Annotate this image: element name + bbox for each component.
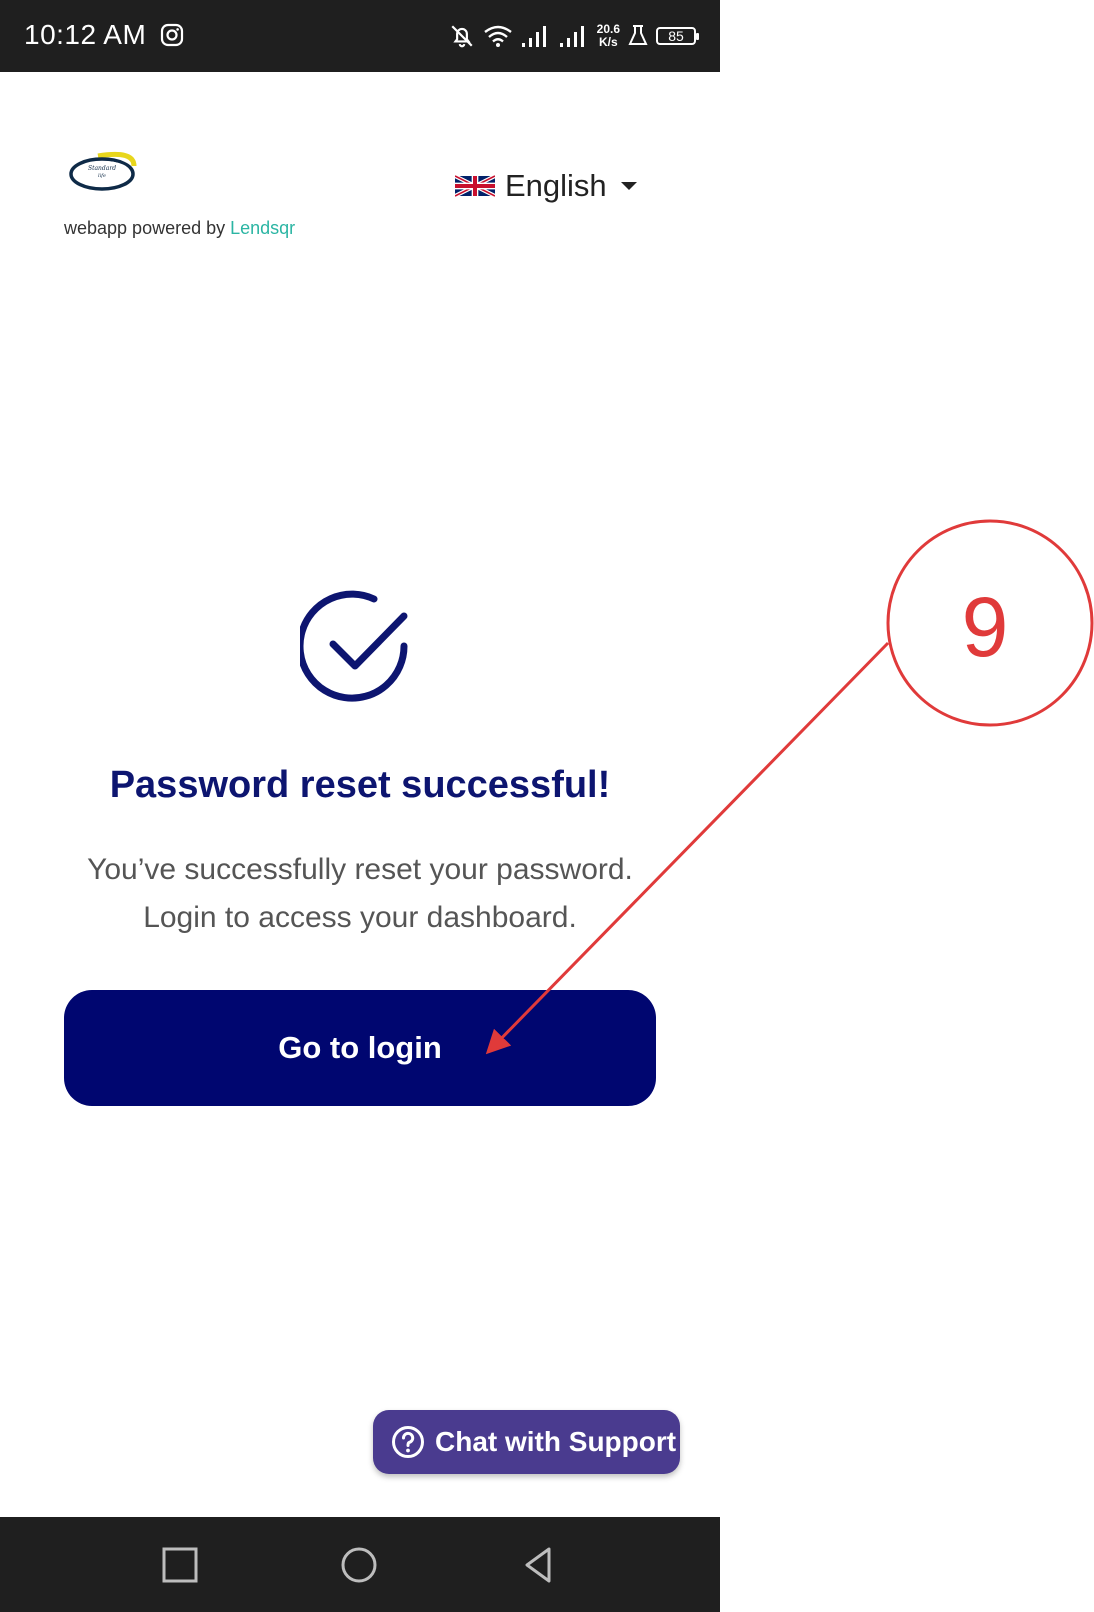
language-label: English: [505, 168, 607, 203]
uk-flag-icon: [455, 174, 495, 198]
wifi-icon: [483, 25, 512, 47]
status-icons: 20.6 K/s 85: [449, 18, 699, 54]
signal-icon: [521, 26, 546, 47]
signal-icon: [559, 26, 584, 47]
system-nav-bar: [0, 1517, 720, 1612]
svg-text:Standard: Standard: [88, 165, 116, 172]
bell-off-icon: [451, 25, 473, 48]
network-speed: 20.6 K/s: [597, 23, 620, 49]
flask-icon: [628, 25, 648, 45]
lendsqr-link[interactable]: Lendsqr: [230, 218, 295, 238]
status-bar: 10:12 AM 20.6 K/s 85: [0, 0, 720, 72]
success-description: You’ve successfully reset your password.…: [40, 846, 680, 942]
annotation-number: 9: [962, 580, 1009, 674]
powered-by-text: webapp powered by Lendsqr: [64, 218, 295, 239]
go-to-login-button[interactable]: Go to login: [64, 990, 656, 1106]
back-icon[interactable]: [517, 1543, 561, 1587]
language-selector[interactable]: English: [455, 168, 637, 204]
description-line-1: You’ve successfully reset your password.: [87, 853, 633, 886]
success-check-icon: [300, 590, 408, 702]
home-icon[interactable]: [337, 1543, 381, 1587]
svg-text:life: life: [98, 173, 106, 179]
network-speed-unit: K/s: [598, 35, 618, 49]
status-time: 10:12 AM: [24, 19, 147, 50]
screenshot-canvas: 10:12 AM 20.6 K/s 85 Standard life webap…: [0, 0, 1094, 1612]
battery-icon: 85: [656, 27, 699, 45]
chat-with-support-button[interactable]: Chat with Support: [373, 1410, 680, 1474]
success-title: Password reset successful!: [109, 764, 611, 806]
description-line-2: Login to access your dashboard.: [143, 901, 577, 934]
battery-level: 85: [668, 28, 684, 44]
phone-screen: 10:12 AM 20.6 K/s 85 Standard life webap…: [0, 0, 720, 1612]
help-circle-icon: [392, 1426, 424, 1458]
powered-by-prefix: webapp powered by: [64, 218, 231, 238]
chat-with-support-label: Chat with Support: [435, 1426, 677, 1457]
standard-life-logo: Standard life: [69, 151, 137, 191]
annotation-circle: [886, 519, 1094, 727]
caret-down-icon: [620, 182, 637, 190]
instagram-icon: [160, 23, 184, 47]
recent-apps-icon[interactable]: [158, 1543, 202, 1587]
